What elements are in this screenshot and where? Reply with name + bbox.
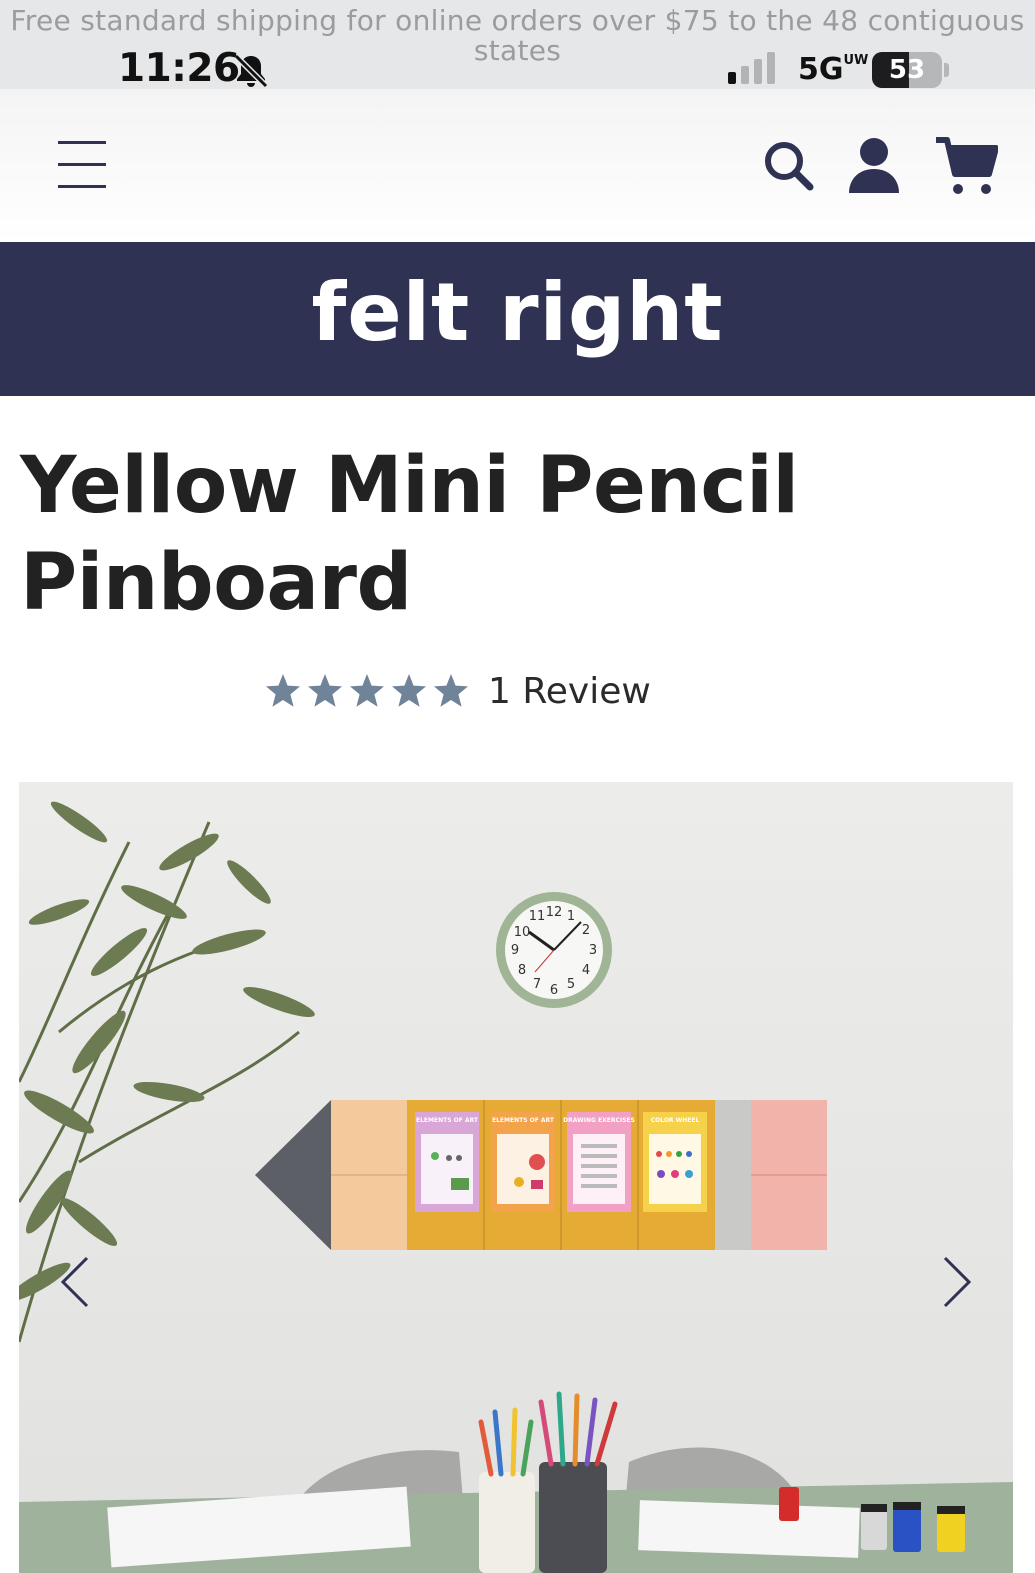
previous-image-arrow-icon[interactable] xyxy=(55,1252,95,1312)
svg-text:8: 8 xyxy=(518,963,526,978)
svg-text:7: 7 xyxy=(533,977,541,992)
search-icon[interactable] xyxy=(760,137,816,193)
network-label: 5G xyxy=(798,52,844,87)
wall-clock: 12 11 10 9 8 7 6 5 4 3 2 1 xyxy=(496,892,612,1008)
brand-logo[interactable]: felt right xyxy=(0,266,1035,359)
svg-text:ELEMENTS OF ART: ELEMENTS OF ART xyxy=(416,1117,479,1124)
product-image-gallery[interactable]: 12 11 10 9 8 7 6 5 4 3 2 1 ELEMENTS OF A… xyxy=(19,782,1013,1573)
battery-icon: 53 xyxy=(872,52,942,88)
svg-text:2: 2 xyxy=(582,923,590,938)
svg-text:6: 6 xyxy=(550,983,558,998)
status-bar: Free standard shipping for online orders… xyxy=(0,0,1035,89)
product-title: Yellow Mini Pencil Pinboard xyxy=(20,441,799,628)
bell-muted-icon xyxy=(233,53,269,89)
svg-text:3: 3 xyxy=(589,943,597,958)
svg-text:1: 1 xyxy=(567,909,575,924)
account-icon[interactable] xyxy=(846,135,902,195)
review-count-link[interactable]: 1 Review xyxy=(488,671,651,712)
svg-text:DRAWING EXERCISES: DRAWING EXERCISES xyxy=(563,1117,635,1124)
svg-text:4: 4 xyxy=(582,963,590,978)
site-header xyxy=(0,89,1035,242)
status-time: 11:26 xyxy=(118,46,240,89)
svg-text:12: 12 xyxy=(546,905,563,920)
network-type: 5GUW xyxy=(798,52,868,87)
next-image-arrow-icon[interactable] xyxy=(937,1252,977,1312)
svg-text:COLOR WHEEL: COLOR WHEEL xyxy=(651,1117,700,1124)
star-icon xyxy=(434,674,468,707)
pencil-pinboard: ELEMENTS OF ART ELEMENTS OF ART DRAWING … xyxy=(255,1100,827,1250)
svg-text:10: 10 xyxy=(514,925,531,940)
star-icon xyxy=(392,674,426,707)
star-icon xyxy=(266,674,300,707)
battery-level: 53 xyxy=(888,55,926,85)
network-sup-label: UW xyxy=(843,53,869,68)
star-icon xyxy=(308,674,342,707)
battery-tip xyxy=(944,63,949,77)
product-rating[interactable]: 1 Review xyxy=(264,666,651,716)
svg-text:5: 5 xyxy=(567,977,575,992)
cart-icon[interactable] xyxy=(934,135,998,197)
brand-banner[interactable]: felt right xyxy=(0,242,1035,396)
svg-text:ELEMENTS OF ART: ELEMENTS OF ART xyxy=(492,1117,555,1124)
menu-icon[interactable] xyxy=(58,139,110,191)
svg-text:11: 11 xyxy=(529,909,546,924)
signal-strength-icon xyxy=(728,52,775,84)
star-icon xyxy=(350,674,384,707)
svg-text:9: 9 xyxy=(511,943,519,958)
product-photo: 12 11 10 9 8 7 6 5 4 3 2 1 ELEMENTS OF A… xyxy=(19,782,1013,1573)
star-rating xyxy=(264,672,470,710)
